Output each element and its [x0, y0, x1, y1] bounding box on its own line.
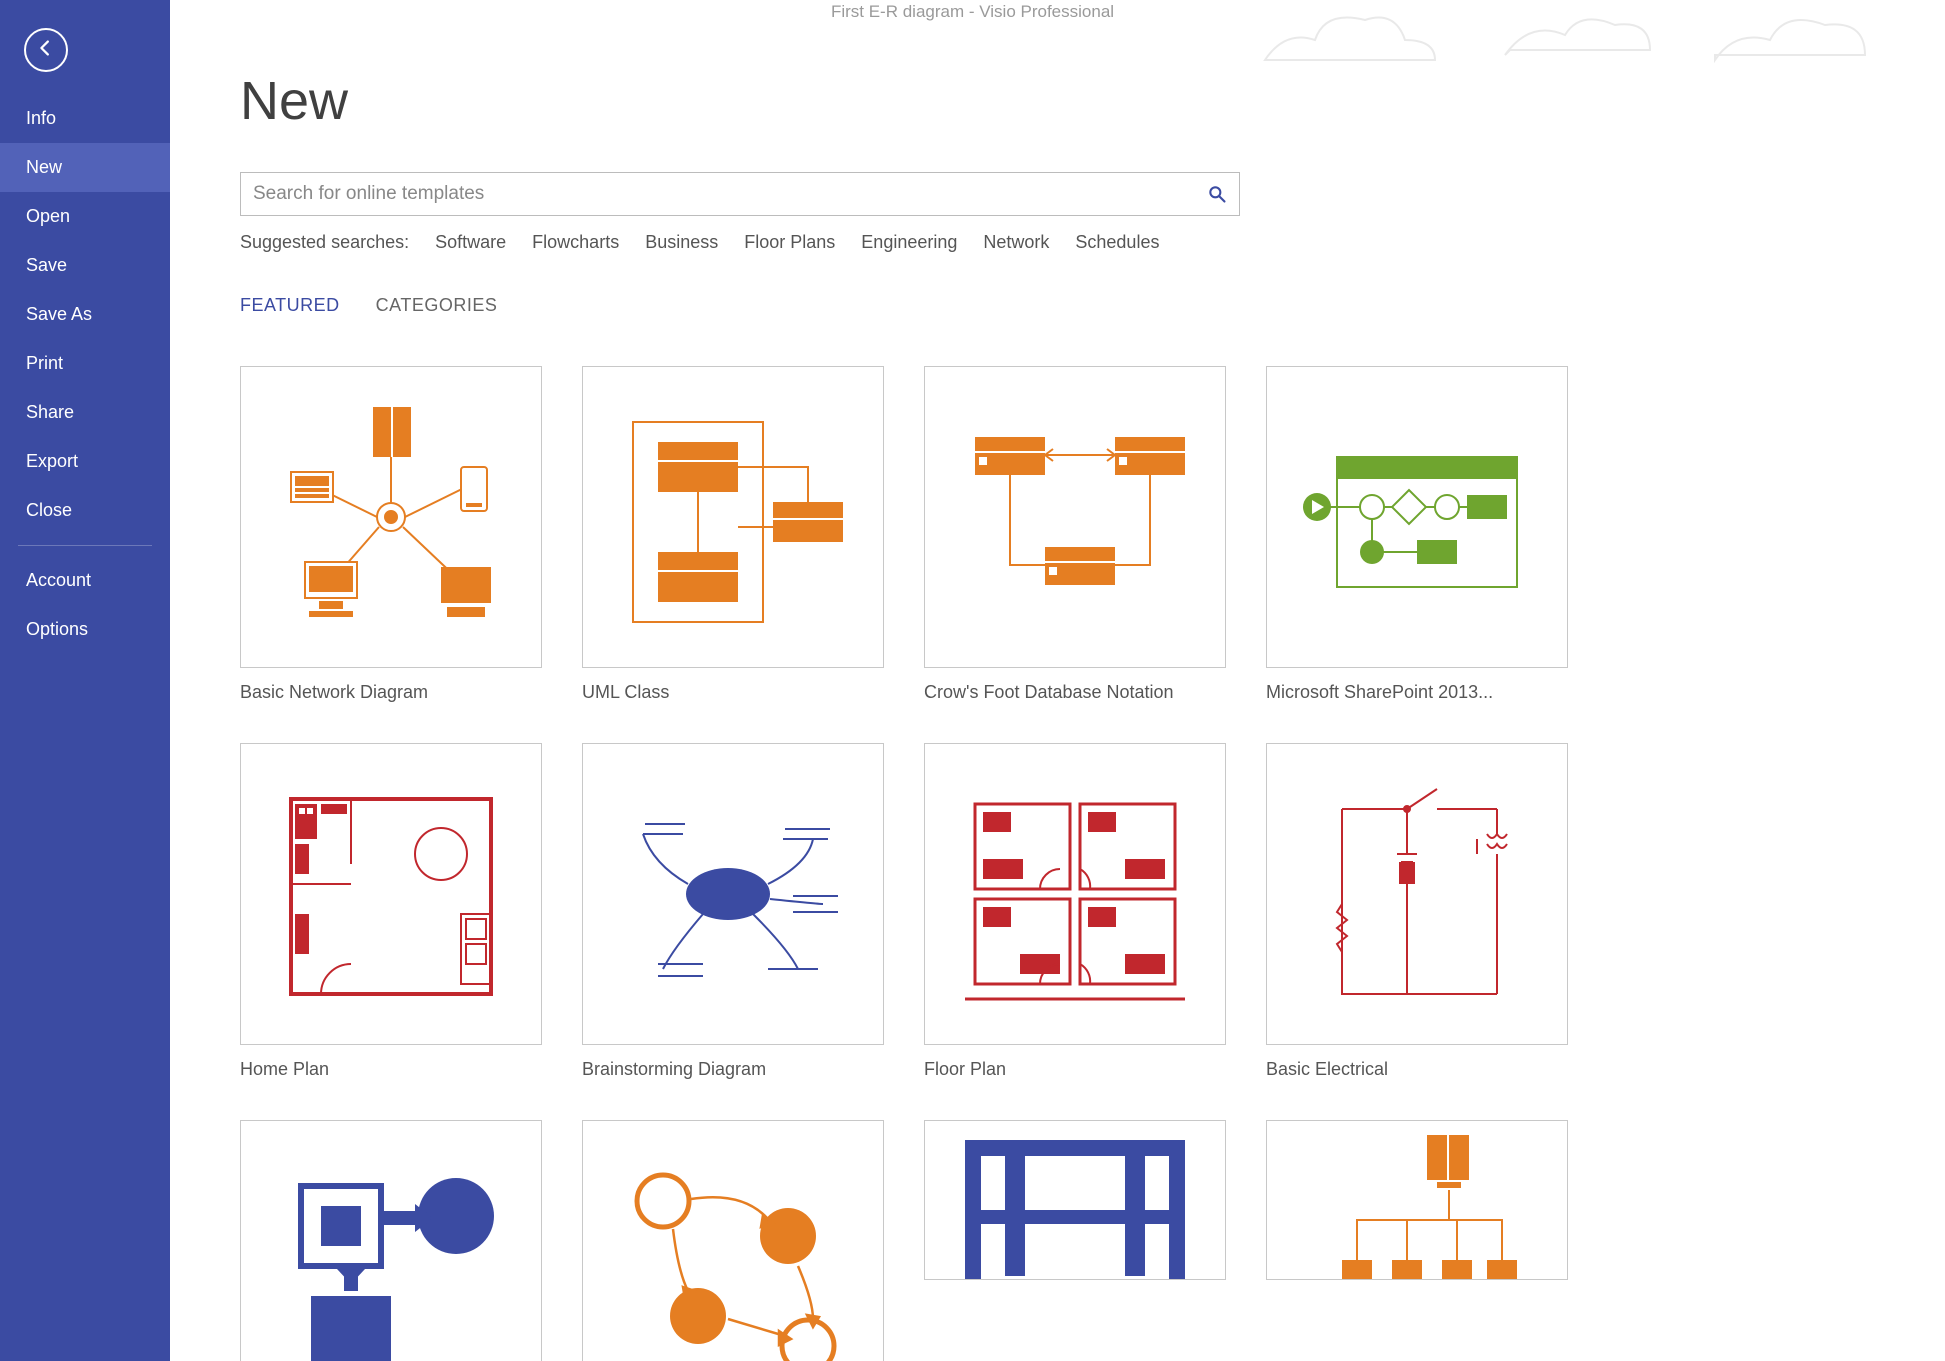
- template-basic-electrical[interactable]: Basic Electrical: [1266, 743, 1568, 1080]
- sidebar-item-save[interactable]: Save: [0, 241, 170, 290]
- template-thumb: [1266, 366, 1568, 668]
- sidebar-item-new[interactable]: New: [0, 143, 170, 192]
- template-thumb: [1266, 743, 1568, 1045]
- search-input[interactable]: [253, 183, 1207, 205]
- template-crows-foot[interactable]: Crow's Foot Database Notation: [924, 366, 1226, 703]
- network-icon: [261, 387, 521, 647]
- sidebar-item-print[interactable]: Print: [0, 339, 170, 388]
- template-floor-plan[interactable]: Floor Plan: [924, 743, 1226, 1080]
- sidebar-item-open[interactable]: Open: [0, 192, 170, 241]
- sidebar-item-info[interactable]: Info: [0, 94, 170, 143]
- arrow-left-icon: [35, 37, 57, 64]
- floorplan-icon: [945, 764, 1205, 1024]
- sidebar-item-account[interactable]: Account: [0, 556, 170, 605]
- electrical-icon: [1287, 764, 1547, 1024]
- sidebar-item-close[interactable]: Close: [0, 486, 170, 535]
- template-thumb: [582, 1120, 884, 1361]
- template-thumb: [924, 366, 1226, 668]
- template-uml-class[interactable]: UML Class: [582, 366, 884, 703]
- suggested-link[interactable]: Business: [645, 232, 718, 253]
- template-thumb: [582, 743, 884, 1045]
- back-button[interactable]: [24, 28, 68, 72]
- template-label: Microsoft SharePoint 2013...: [1266, 682, 1568, 703]
- template-label: Floor Plan: [924, 1059, 1226, 1080]
- crowfoot-icon: [945, 387, 1205, 647]
- template-label: UML Class: [582, 682, 884, 703]
- template-partial[interactable]: [1266, 1120, 1568, 1361]
- uml-icon: [603, 387, 863, 647]
- sidebar-item-label: Share: [26, 402, 74, 422]
- suggested-label: Suggested searches:: [240, 232, 409, 253]
- sidebar-item-share[interactable]: Share: [0, 388, 170, 437]
- brainstorm-icon: [603, 764, 863, 1024]
- sidebar-item-export[interactable]: Export: [0, 437, 170, 486]
- dataflow-icon: [603, 1141, 863, 1361]
- sidebar-item-label: Save As: [26, 304, 92, 324]
- suggested-link[interactable]: Schedules: [1075, 232, 1159, 253]
- suggested-searches: Suggested searches: Software Flowcharts …: [240, 232, 1905, 253]
- main-panel: New Suggested searches: Software Flowcha…: [170, 0, 1945, 1361]
- suggested-link[interactable]: Engineering: [861, 232, 957, 253]
- template-thumb: [240, 366, 542, 668]
- sidebar-item-label: Account: [26, 570, 91, 590]
- template-thumb: [240, 1120, 542, 1361]
- template-thumb: [924, 743, 1226, 1045]
- template-label: Basic Network Diagram: [240, 682, 542, 703]
- block-icon: [261, 1141, 521, 1361]
- sidebar-item-label: Save: [26, 255, 67, 275]
- sidebar-item-save-as[interactable]: Save As: [0, 290, 170, 339]
- homeplan-icon: [261, 764, 521, 1024]
- template-tabs: FEATURED CATEGORIES: [240, 295, 1905, 316]
- template-grid: Basic Network Diagram: [240, 366, 1905, 1361]
- template-label: Crow's Foot Database Notation: [924, 682, 1226, 703]
- sidebar-item-label: New: [26, 157, 62, 177]
- sidebar-item-label: Options: [26, 619, 88, 639]
- suggested-link[interactable]: Software: [435, 232, 506, 253]
- server-rack-icon: [1287, 1120, 1547, 1280]
- tab-featured[interactable]: FEATURED: [240, 295, 340, 316]
- template-thumb: [924, 1120, 1226, 1280]
- search-box[interactable]: [240, 172, 1240, 216]
- tab-categories[interactable]: CATEGORIES: [376, 295, 498, 316]
- sidebar-item-label: Info: [26, 108, 56, 128]
- sidebar-item-label: Export: [26, 451, 78, 471]
- sharepoint-icon: [1287, 387, 1547, 647]
- page-title: New: [240, 70, 1905, 132]
- template-block-diagram[interactable]: Block Diagram: [240, 1120, 542, 1361]
- template-home-plan[interactable]: Home Plan: [240, 743, 542, 1080]
- sidebar-separator: [18, 545, 152, 546]
- template-basic-network[interactable]: Basic Network Diagram: [240, 366, 542, 703]
- template-brainstorming[interactable]: Brainstorming Diagram: [582, 743, 884, 1080]
- template-thumb: [1266, 1120, 1568, 1280]
- template-partial[interactable]: [924, 1120, 1226, 1361]
- template-label: Home Plan: [240, 1059, 542, 1080]
- template-sharepoint[interactable]: Microsoft SharePoint 2013...: [1266, 366, 1568, 703]
- suggested-link[interactable]: Flowcharts: [532, 232, 619, 253]
- sidebar-item-options[interactable]: Options: [0, 605, 170, 654]
- search-icon[interactable]: [1207, 184, 1227, 204]
- suggested-link[interactable]: Network: [983, 232, 1049, 253]
- template-label: Basic Electrical: [1266, 1059, 1568, 1080]
- template-thumb: [240, 743, 542, 1045]
- template-data-flow[interactable]: Data Flow Diagram: [582, 1120, 884, 1361]
- sidebar-item-label: Open: [26, 206, 70, 226]
- template-thumb: [582, 366, 884, 668]
- suggested-link[interactable]: Floor Plans: [744, 232, 835, 253]
- detailed-network-icon: [945, 1120, 1205, 1280]
- template-label: Brainstorming Diagram: [582, 1059, 884, 1080]
- sidebar-item-label: Print: [26, 353, 63, 373]
- backstage-sidebar: Info New Open Save Save As Print Share E…: [0, 0, 170, 1361]
- sidebar-item-label: Close: [26, 500, 72, 520]
